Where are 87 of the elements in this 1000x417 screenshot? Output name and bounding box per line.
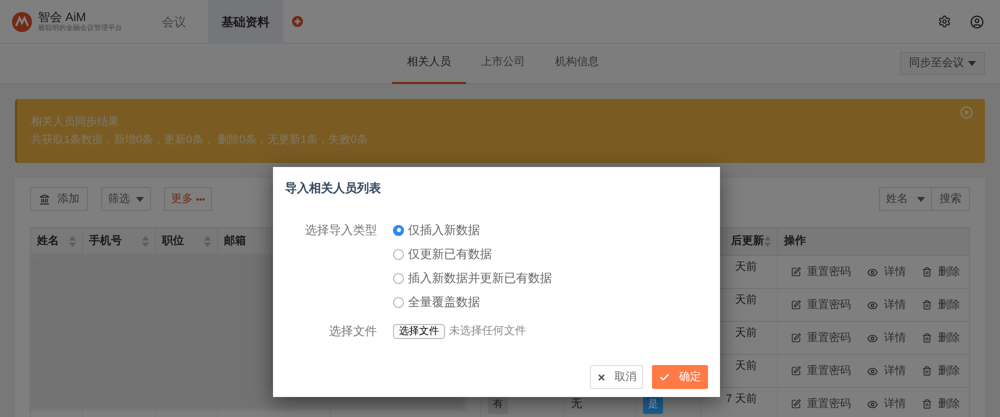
radio-option[interactable]: 仅更新已有数据 — [393, 246, 552, 262]
radio-option[interactable]: 全量覆盖数据 — [393, 294, 552, 310]
settings-icon[interactable] — [938, 15, 951, 28]
choose-file-button[interactable]: 选择文件 — [393, 324, 445, 339]
sync-button[interactable]: 同步至会议 — [900, 52, 985, 75]
column-header: 后更新 — [731, 234, 764, 250]
caret-icon — [917, 196, 925, 202]
add-button[interactable]: 添加 — [30, 187, 88, 211]
field-label: 选择导入类型 — [304, 222, 377, 239]
action-link[interactable]: 重置密码 — [791, 264, 851, 280]
edit-icon — [791, 267, 801, 277]
action-link[interactable]: 重置密码 — [791, 396, 851, 412]
updated-cell-text: 7 天前 — [726, 392, 757, 407]
sort-icon[interactable] — [764, 236, 771, 247]
sub-tab[interactable]: 机构信息 — [540, 44, 614, 84]
close-icon — [596, 372, 606, 382]
column-header: 手机号 — [89, 234, 122, 250]
alert-title: 相关人员同步结果 — [31, 115, 120, 129]
column-header: 职位 — [162, 234, 184, 250]
cancel-button[interactable]: 取消 — [590, 365, 643, 389]
action-link[interactable]: 重置密码 — [791, 330, 851, 346]
column-header: 姓名 — [37, 234, 59, 250]
edit-icon — [791, 399, 801, 409]
radio-icon[interactable] — [393, 296, 404, 308]
eye-icon — [867, 366, 878, 376]
action-link[interactable]: 删除 — [922, 362, 960, 380]
file-status: 未选择任何文件 — [449, 324, 526, 339]
action-link[interactable]: 详情 — [867, 264, 906, 280]
nav-tab[interactable]: 基础资料 — [208, 0, 283, 44]
column-header: 操作 — [784, 234, 806, 250]
nav-tab[interactable]: 会议 — [140, 0, 208, 44]
eye-icon — [867, 300, 878, 310]
action-link[interactable]: 详情 — [867, 362, 906, 380]
action-link[interactable]: 重置密码 — [791, 362, 851, 380]
sort-icon[interactable] — [204, 236, 211, 247]
radio-icon[interactable] — [393, 248, 404, 260]
eye-icon — [867, 266, 878, 278]
alert-message: 共获取1条数据，新增0条，更新0条， 删除0条，无更新1条，失败0条 — [31, 133, 369, 147]
more-button[interactable]: 更多 — [164, 187, 212, 211]
updated-cell-text: 天前 — [735, 326, 757, 341]
bank-icon — [38, 194, 50, 204]
logo-icon — [12, 12, 32, 32]
sort-icon[interactable] — [142, 236, 149, 247]
sort-icon[interactable] — [69, 236, 76, 247]
check-icon — [659, 372, 670, 382]
filter-button[interactable]: 筛选 — [101, 187, 151, 211]
updated-cell-text: 天前 — [735, 260, 757, 275]
action-link[interactable]: 详情 — [867, 330, 906, 346]
trash-icon — [922, 267, 932, 277]
action-link[interactable]: 删除 — [922, 396, 960, 412]
eye-icon — [867, 332, 878, 344]
radio-icon[interactable] — [393, 272, 404, 284]
edit-icon — [791, 333, 801, 343]
sub-tab[interactable]: 相关人员 — [392, 44, 466, 84]
trash-icon — [922, 366, 932, 376]
action-link[interactable]: 详情 — [867, 296, 906, 314]
dialog-title: 导入相关人员列表 — [284, 180, 382, 196]
caret-icon — [136, 196, 144, 202]
trash-icon — [922, 399, 932, 409]
add-icon[interactable] — [292, 16, 303, 27]
column-header: 邮箱 — [224, 234, 246, 250]
radio-option[interactable]: 插入新数据并更新已有数据 — [393, 270, 552, 286]
action-link[interactable]: 重置密码 — [791, 296, 851, 314]
edit-icon — [791, 366, 801, 376]
radio-option[interactable]: 仅插入新数据 — [393, 222, 552, 238]
radio-icon[interactable] — [393, 224, 404, 236]
field-label: 选择文件 — [328, 323, 377, 340]
search-field-select[interactable]: 姓名 — [879, 187, 932, 211]
confirm-button[interactable]: 确定 — [652, 365, 708, 389]
trash-icon — [922, 333, 932, 343]
eye-icon — [867, 398, 878, 410]
action-link[interactable]: 删除 — [922, 296, 960, 314]
close-icon[interactable] — [960, 106, 973, 119]
user-icon[interactable] — [970, 14, 984, 28]
dots-icon — [196, 198, 205, 200]
trash-icon — [922, 300, 932, 310]
app-title: 智会 AiM — [38, 10, 87, 24]
table-cell-text: 无 — [571, 396, 582, 412]
caret-icon — [968, 61, 976, 66]
search-button[interactable]: 搜索 — [932, 187, 970, 211]
action-link[interactable]: 详情 — [867, 396, 906, 412]
action-link[interactable]: 删除 — [922, 330, 960, 346]
action-link[interactable]: 删除 — [922, 264, 960, 280]
updated-cell-text: 天前 — [735, 293, 757, 308]
sub-tab[interactable]: 上市公司 — [466, 44, 540, 84]
updated-cell-text: 天前 — [735, 359, 757, 374]
edit-icon — [791, 300, 801, 310]
